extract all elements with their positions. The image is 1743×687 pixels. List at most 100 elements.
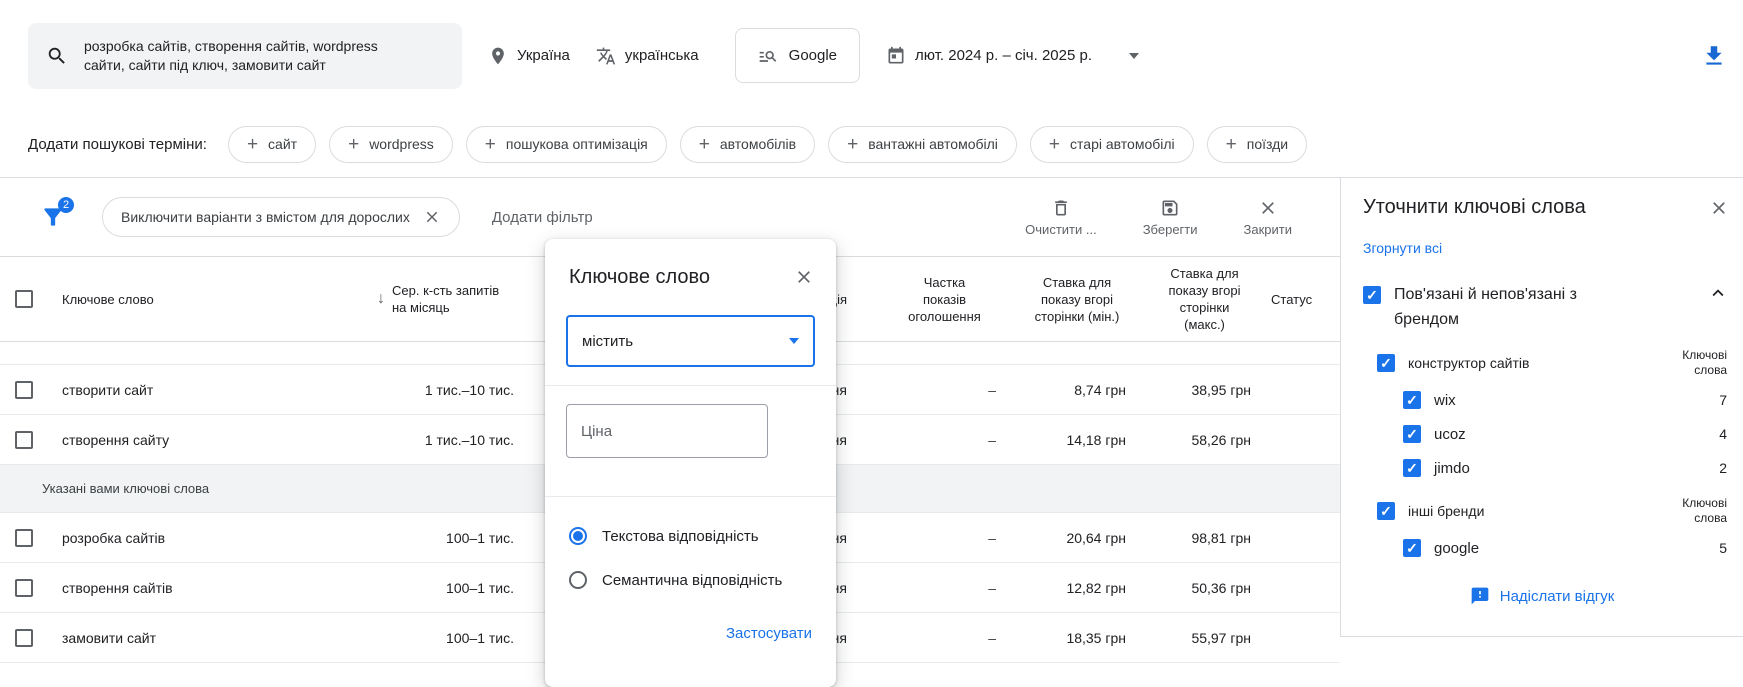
bid-max-cell: 55,97 грн — [1191, 629, 1251, 646]
add-filter-button[interactable]: Додати фільтр — [492, 209, 593, 226]
save-icon — [1162, 200, 1178, 215]
panel-title: Уточнити ключові слова — [1363, 196, 1586, 218]
collapse-all-link[interactable]: Згорнути всі — [1363, 240, 1442, 256]
ad-share-cell: – — [988, 579, 996, 596]
bid-max-cell: 98,81 грн — [1191, 529, 1251, 546]
language-selector[interactable]: українська — [596, 46, 699, 66]
subgroup-row: конструктор сайтів Ключові слова — [1377, 348, 1727, 378]
col-header-ad-impression-share[interactable]: Частка показів оголошення — [877, 274, 1012, 325]
chip-label: пошукова оптимізація — [505, 136, 648, 152]
add-term-chip[interactable]: + старі автомобілі — [1029, 125, 1194, 163]
col-header-top-bid-max[interactable]: Ставка для показу вгорі сторінки (макс.) — [1142, 265, 1267, 333]
keyword-cell: створення сайтів — [62, 579, 173, 596]
plus-icon: + — [698, 133, 710, 155]
filter-value-input[interactable] — [566, 404, 768, 458]
add-term-chip[interactable]: + автомобілів — [679, 125, 816, 163]
col-header-status[interactable]: Статус — [1267, 292, 1340, 307]
refine-item: jimdo 2 — [1403, 456, 1727, 480]
collapse-group-button[interactable] — [1707, 282, 1729, 304]
radio-text-match[interactable]: Текстова відповідність — [569, 527, 836, 545]
bid-max-cell: 50,36 грн — [1191, 579, 1251, 596]
apply-button[interactable]: Застосувати — [726, 625, 812, 642]
location-label: Україна — [517, 47, 570, 64]
active-filter-label: Виключити варіанти з вмістом для доросли… — [121, 209, 410, 225]
ad-share-cell: – — [988, 629, 996, 646]
chip-label: поїзди — [1246, 136, 1289, 152]
row-checkbox[interactable] — [15, 528, 33, 547]
avg-searches-cell: 1 тис.–10 тис. — [424, 431, 514, 448]
network-label: Google — [788, 47, 838, 64]
clear-filters-button[interactable]: Очистити ... — [1025, 198, 1097, 237]
col-header-keyword[interactable]: Ключове слово — [48, 292, 332, 307]
close-icon — [1713, 202, 1725, 214]
add-term-chip[interactable]: + вантажні автомобілі — [828, 125, 1017, 163]
keywords-count-header: Ключові слова — [1682, 348, 1727, 377]
add-term-chip[interactable]: + пошукова оптимізація — [465, 125, 667, 163]
save-button[interactable]: Зберегти — [1143, 198, 1198, 237]
brand-group-row: Пов'язані й непов'язані з брендом — [1363, 282, 1729, 332]
subgroup-checkbox[interactable] — [1377, 502, 1395, 520]
download-icon — [1706, 45, 1722, 65]
network-selector[interactable]: Google — [734, 28, 861, 83]
filter-funnel-button[interactable]: 2 — [40, 197, 74, 230]
item-checkbox[interactable] — [1403, 539, 1421, 557]
chip-label: сайт — [268, 136, 298, 152]
chevron-down-icon — [789, 338, 799, 344]
download-button[interactable] — [1701, 43, 1727, 69]
item-label: wix — [1434, 391, 1456, 409]
main-area: 2 Виключити варіанти з вмістом для дорос… — [0, 178, 1743, 687]
ad-share-cell: – — [988, 431, 996, 448]
search-keywords-value: розробка сайтів, створення сайтів, wordp… — [84, 37, 378, 73]
dialog-close-button[interactable] — [792, 265, 816, 289]
col-header-top-bid-min[interactable]: Ставка для показу вгорі сторінки (мін.) — [1012, 274, 1142, 325]
item-count: 2 — [1719, 460, 1727, 476]
divider — [545, 496, 836, 497]
plus-icon: + — [348, 133, 360, 155]
bid-min-cell: 8,74 грн — [1074, 381, 1126, 398]
send-feedback-button[interactable]: Надіслати відгук — [1341, 586, 1743, 606]
row-checkbox[interactable] — [15, 628, 33, 647]
plus-icon: + — [246, 133, 259, 155]
col-header-avg-searches[interactable]: ↓ Сер. к-сть запитів на місяць — [332, 282, 530, 316]
add-term-chip[interactable]: + wordpress — [329, 125, 453, 163]
item-label: google — [1434, 539, 1480, 557]
item-checkbox[interactable] — [1403, 459, 1421, 477]
remove-filter-icon[interactable] — [423, 208, 441, 226]
subgroup-checkbox[interactable] — [1377, 354, 1395, 372]
bid-max-cell: 58,26 грн — [1191, 431, 1251, 448]
refine-keywords-panel: Уточнити ключові слова Згорнути всі Пов'… — [1340, 178, 1743, 637]
row-checkbox[interactable] — [15, 578, 33, 597]
radio-semantic-match[interactable]: Семантична відповідність — [569, 571, 836, 589]
plus-icon: + — [847, 133, 859, 155]
location-selector[interactable]: Україна — [488, 46, 570, 66]
row-checkbox[interactable] — [15, 380, 33, 399]
translate-icon — [596, 47, 616, 64]
close-icon — [798, 271, 810, 283]
date-range-selector[interactable]: лют. 2024 р. – січ. 2025 р. — [886, 46, 1139, 66]
close-filters-button[interactable]: Закрити — [1244, 198, 1292, 237]
add-term-chip[interactable]: + сайт — [227, 125, 317, 163]
panel-close-button[interactable] — [1707, 196, 1731, 220]
active-filter-chip[interactable]: Виключити варіанти з вмістом для доросли… — [102, 197, 460, 237]
add-term-chip[interactable]: + поїзди — [1206, 125, 1308, 163]
subgroup-label: інші бренди — [1408, 503, 1485, 519]
top-toolbar: розробка сайтів, створення сайтів, wordp… — [0, 0, 1743, 111]
row-checkbox[interactable] — [15, 430, 33, 449]
plus-icon: + — [1225, 133, 1237, 155]
item-checkbox[interactable] — [1403, 391, 1421, 409]
keyword-planner-page: розробка сайтів, створення сайтів, wordp… — [0, 0, 1743, 687]
avg-searches-cell: 1 тис.–10 тис. — [424, 381, 514, 398]
language-label: українська — [624, 47, 699, 64]
keywords-search-box[interactable]: розробка сайтів, створення сайтів, wordp… — [28, 22, 462, 89]
refine-item: ucoz 4 — [1403, 422, 1727, 446]
save-label: Зберегти — [1142, 221, 1198, 237]
add-terms-row: Додати пошукові терміни: + сайт + wordpres… — [0, 111, 1743, 178]
item-count: 4 — [1719, 426, 1727, 442]
group-checkbox[interactable] — [1363, 286, 1381, 304]
avg-searches-cell: 100–1 тис. — [446, 579, 514, 596]
keyword-cell: замовити сайт — [62, 629, 157, 646]
item-checkbox[interactable] — [1403, 425, 1421, 443]
chip-label: вантажні автомобілі — [868, 136, 998, 152]
select-all-checkbox[interactable] — [15, 290, 33, 308]
operator-select[interactable]: містить — [566, 315, 815, 367]
